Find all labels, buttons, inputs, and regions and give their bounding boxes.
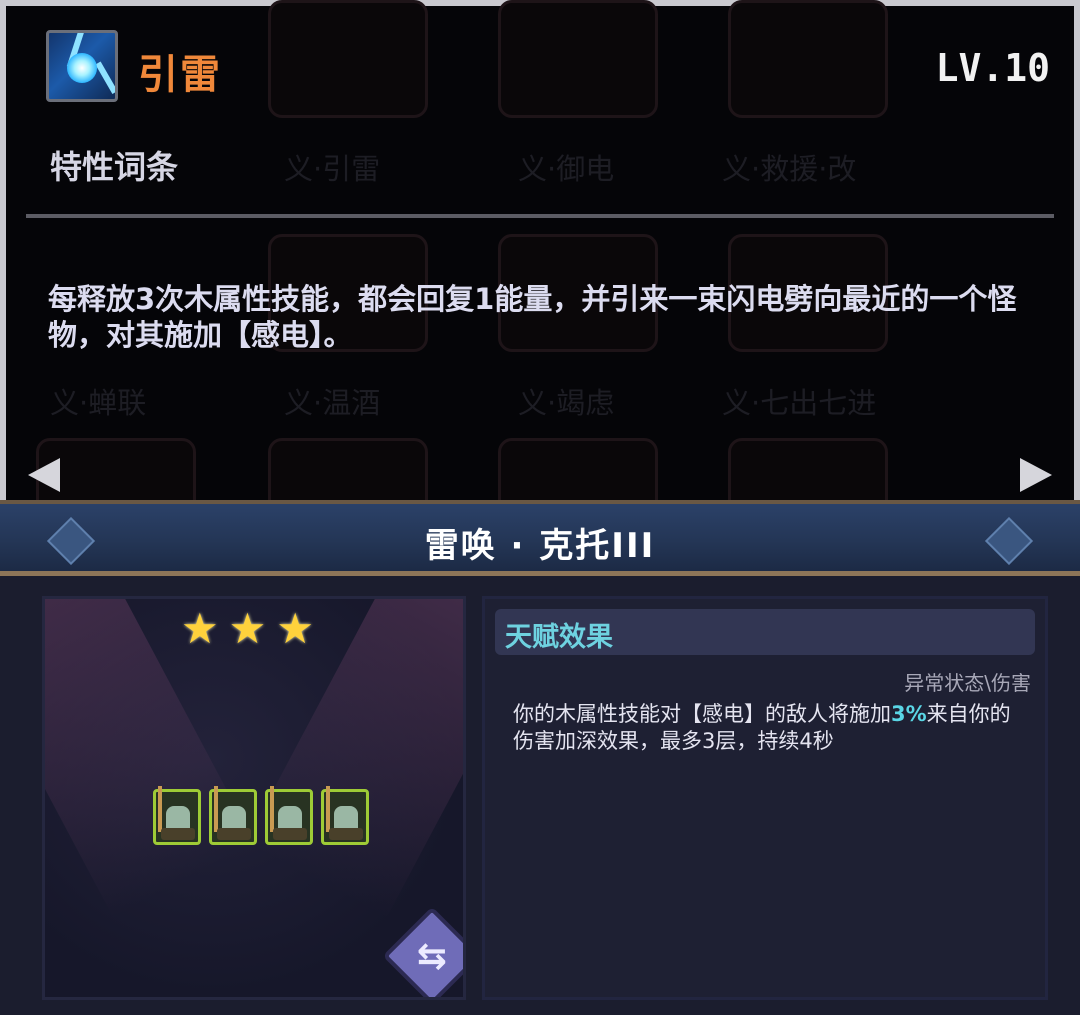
background-slot-label: 义·竭虑 — [518, 386, 615, 420]
background-slot-label: 义·御电 — [518, 152, 615, 186]
title-bar: 雷唤 · 克托III — [0, 504, 1080, 576]
background-slot-label: 义·引雷 — [284, 152, 381, 186]
talent-description: 你的木属性技能对【感电】的敌人将施加3%来自你的伤害加深效果，最多3层，持续4秒 — [513, 701, 1023, 755]
trait-detail-panel: 义·引雷 义·御电 义·救援·改 义·蝉联 义·温酒 义·竭虑 义·七出七进 引… — [0, 0, 1080, 556]
star-rating: ★ ★ ★ — [181, 607, 314, 651]
unit-card[interactable] — [209, 786, 257, 845]
skill-name: 引雷 — [138, 52, 222, 98]
divider — [26, 214, 1054, 218]
lightning-skill-icon — [46, 30, 118, 102]
arrow-left-icon[interactable] — [28, 458, 60, 492]
trait-description: 每释放3次木属性技能，都会回复1能量，并引来一束闪电劈向最近的一个怪物，对其施加… — [48, 282, 1017, 352]
background-slot — [268, 0, 428, 118]
background-slot-label: 义·七出七进 — [722, 386, 877, 420]
star-icon: ★ — [228, 604, 267, 653]
background-slot-label: 义·救援·改 — [722, 152, 857, 186]
star-icon: ★ — [181, 604, 219, 653]
talent-tags: 异常状态\伤害 — [904, 671, 1031, 695]
swap-icon: ⇆ — [416, 935, 448, 977]
skill-level: LV.10 — [935, 46, 1050, 90]
talent-desc-text: 你的木属性技能对【感电】的敌人将施加 — [513, 702, 891, 726]
background-slot-label: 义·蝉联 — [50, 386, 147, 420]
hero-title: 雷唤 · 克托III — [424, 526, 656, 566]
talent-header: 天赋效果 — [495, 609, 1035, 655]
unit-card[interactable] — [265, 786, 313, 845]
talent-panel: 天赋效果 异常状态\伤害 你的木属性技能对【感电】的敌人将施加3%来自你的伤害加… — [482, 596, 1048, 1000]
background-slot — [728, 0, 888, 118]
arrow-right-icon[interactable] — [1020, 458, 1052, 492]
talent-highlight-value: 3% — [891, 702, 927, 726]
unit-row — [153, 786, 369, 845]
hero-display: ★ ★ ★ ⇆ — [42, 596, 466, 1000]
unit-card[interactable] — [321, 786, 369, 845]
unit-card[interactable] — [153, 786, 201, 845]
hero-detail-panel: 雷唤 · 克托III ★ ★ ★ ⇆ 天赋效果 异常状态\伤害 你的木属性技能对… — [0, 500, 1080, 1015]
swap-button[interactable]: ⇆ — [382, 906, 463, 997]
talent-title: 天赋效果 — [505, 622, 613, 653]
section-title: 特性词条 — [50, 148, 179, 186]
star-icon: ★ — [276, 604, 314, 653]
background-slot-label: 义·温酒 — [284, 386, 381, 420]
background-slot — [498, 0, 658, 118]
